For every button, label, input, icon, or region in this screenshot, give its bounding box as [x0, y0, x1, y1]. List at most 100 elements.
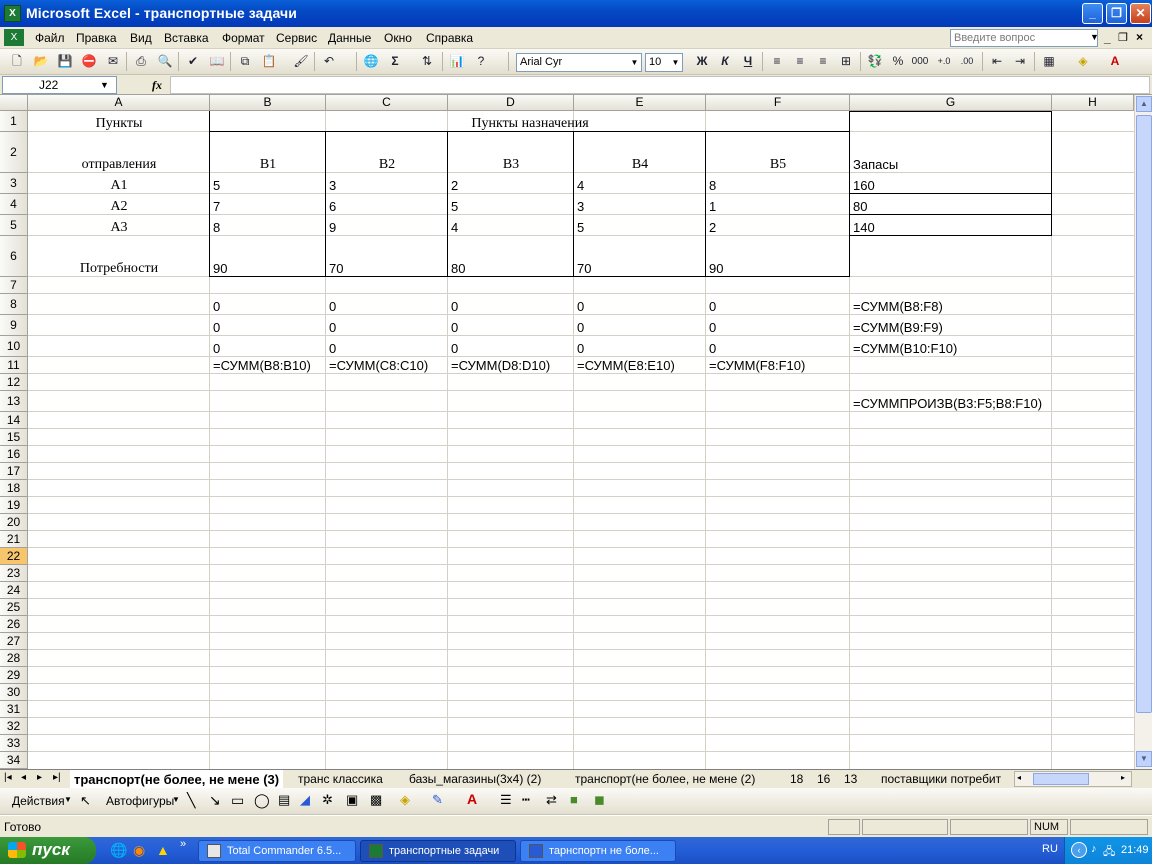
increase-decimal-icon[interactable]: +.0: [935, 53, 953, 70]
cell-f8[interactable]: 0: [709, 300, 716, 314]
sort-ascending-icon[interactable]: ⇅: [418, 53, 436, 70]
row-header-31[interactable]: 31: [0, 701, 28, 718]
chart-wizard-icon[interactable]: 📊: [448, 53, 466, 70]
cell-g2[interactable]: Запасы: [853, 158, 898, 172]
row-header-14[interactable]: 14: [0, 412, 28, 429]
cell-g8[interactable]: =СУММ(B8:F8): [853, 300, 943, 314]
cell-e6[interactable]: 70: [577, 262, 591, 276]
line-style-icon[interactable]: ☰: [500, 792, 512, 808]
cell-c2[interactable]: B2: [326, 158, 448, 172]
quicklaunch-browser-icon[interactable]: 🌐: [110, 842, 127, 859]
sheet-tab[interactable]: базы_магазины(3x4) (2): [405, 770, 545, 788]
row-header-24[interactable]: 24: [0, 582, 28, 599]
cell-d9[interactable]: 0: [451, 321, 458, 335]
menu-insert[interactable]: Вставка: [164, 31, 209, 45]
borders-icon[interactable]: ▦: [1040, 53, 1058, 70]
menu-help[interactable]: Справка: [426, 31, 473, 45]
taskbar-item-excel[interactable]: транспортные задачи: [360, 840, 516, 862]
cell-a1[interactable]: Пункты: [28, 117, 210, 131]
insert-function-icon[interactable]: fx: [152, 78, 162, 93]
cell-a2[interactable]: отправления: [28, 158, 210, 172]
row-header-23[interactable]: 23: [0, 565, 28, 582]
cell-e9[interactable]: 0: [577, 321, 584, 335]
volume-icon[interactable]: ♪: [1091, 843, 1097, 855]
autosum-icon[interactable]: Σ: [386, 53, 404, 70]
cell-g9[interactable]: =СУММ(B9:F9): [853, 321, 943, 335]
row-header-9[interactable]: 9: [0, 315, 28, 336]
worksheet-grid[interactable]: ABCDEFGH 1 2 3 4 5 6 7 8 9 10 11 12 13 14 15 16 17 18 19 20…: [0, 95, 1152, 769]
picture-icon[interactable]: ▩: [370, 792, 382, 808]
bold-button[interactable]: Ж: [693, 53, 711, 70]
fill-color-icon[interactable]: ◈: [1074, 53, 1092, 70]
column-header-g[interactable]: G: [850, 95, 1052, 111]
row-header-10[interactable]: 10: [0, 336, 28, 357]
horizontal-scrollbar[interactable]: ◂ ▸: [1014, 771, 1132, 787]
row-header-16[interactable]: 16: [0, 446, 28, 463]
row-header-4[interactable]: 4: [0, 194, 28, 215]
row-header-2[interactable]: 2: [0, 132, 28, 173]
menu-format[interactable]: Формат: [222, 31, 265, 45]
row-header-32[interactable]: 32: [0, 718, 28, 735]
cell-b8[interactable]: 0: [213, 300, 220, 314]
cell-c3[interactable]: 3: [329, 179, 336, 193]
cell-g10[interactable]: =СУММ(B10:F10): [853, 342, 957, 356]
format-painter-icon[interactable]: 🖌: [292, 53, 310, 70]
cell-b3[interactable]: 5: [213, 179, 220, 193]
spelling-icon[interactable]: ✔: [184, 53, 202, 70]
column-header-f[interactable]: F: [706, 95, 850, 111]
row-header-7[interactable]: 7: [0, 277, 28, 294]
language-indicator[interactable]: RU: [1042, 843, 1058, 855]
cell-b6[interactable]: 90: [213, 262, 227, 276]
taskbar-item-total-commander[interactable]: Total Commander 6.5...: [198, 840, 356, 862]
open-icon[interactable]: 📂: [32, 53, 50, 70]
cell-c10[interactable]: 0: [329, 342, 336, 356]
menu-edit[interactable]: Правка: [76, 31, 117, 45]
cell-d6[interactable]: 80: [451, 262, 465, 276]
scroll-up-icon[interactable]: ▲: [1136, 96, 1152, 112]
cell-f9[interactable]: 0: [709, 321, 716, 335]
row-header-1[interactable]: 1: [0, 111, 28, 132]
column-header-e[interactable]: E: [574, 95, 706, 111]
doc-minimize-icon[interactable]: _: [1104, 31, 1111, 45]
cell-e10[interactable]: 0: [577, 342, 584, 356]
line-icon[interactable]: ╲: [187, 792, 195, 809]
cell-b10[interactable]: 0: [213, 342, 220, 356]
help-dropdown-icon[interactable]: ▼: [1090, 32, 1099, 42]
row-header-21[interactable]: 21: [0, 531, 28, 548]
row-header-3[interactable]: 3: [0, 173, 28, 194]
email-icon[interactable]: ✉: [104, 53, 122, 70]
cell-e11[interactable]: =СУММ(E8:E10): [577, 359, 675, 373]
cell-c9[interactable]: 0: [329, 321, 336, 335]
cell-f4[interactable]: 1: [709, 200, 716, 214]
column-header-a[interactable]: A: [28, 95, 210, 111]
row-header-19[interactable]: 19: [0, 497, 28, 514]
sheet-tab[interactable]: транс классика: [294, 770, 387, 788]
row-header-11[interactable]: 11: [0, 357, 28, 374]
actions-menu[interactable]: Действия: [12, 794, 65, 808]
row-header-28[interactable]: 28: [0, 650, 28, 667]
increase-indent-icon[interactable]: ⇥: [1011, 53, 1029, 70]
arrow-style-icon[interactable]: ⇄: [546, 792, 557, 808]
cell-d11[interactable]: =СУММ(D8:D10): [451, 359, 550, 373]
cell-g5[interactable]: 140: [853, 221, 875, 235]
column-header-h[interactable]: H: [1052, 95, 1134, 111]
italic-button[interactable]: К: [716, 53, 734, 70]
network-icon[interactable]: 🖧: [1103, 843, 1115, 862]
cell-e2[interactable]: B4: [574, 158, 706, 172]
cell-d4[interactable]: 5: [451, 200, 458, 214]
cell-d2[interactable]: B3: [448, 158, 574, 172]
line-color-icon[interactable]: ✎: [432, 792, 443, 808]
column-header-c[interactable]: C: [326, 95, 448, 111]
select-all-corner[interactable]: [0, 95, 28, 111]
currency-icon[interactable]: 💱: [866, 53, 884, 70]
restore-button[interactable]: ❐: [1106, 3, 1127, 24]
cell-c4[interactable]: 6: [329, 200, 336, 214]
cell-b1[interactable]: Пункты назначения: [210, 117, 850, 131]
chevron-down-icon[interactable]: ▼: [670, 55, 681, 70]
row-header-13[interactable]: 13: [0, 391, 28, 412]
copy-icon[interactable]: ⧉: [236, 53, 254, 70]
cell-c11[interactable]: =СУММ(C8:C10): [329, 359, 428, 373]
sheet-tab[interactable]: транспорт(не более, не мене (2): [571, 770, 759, 788]
oval-icon[interactable]: ◯: [254, 792, 270, 809]
vertical-scrollbar[interactable]: ▲ ▼: [1134, 95, 1152, 769]
